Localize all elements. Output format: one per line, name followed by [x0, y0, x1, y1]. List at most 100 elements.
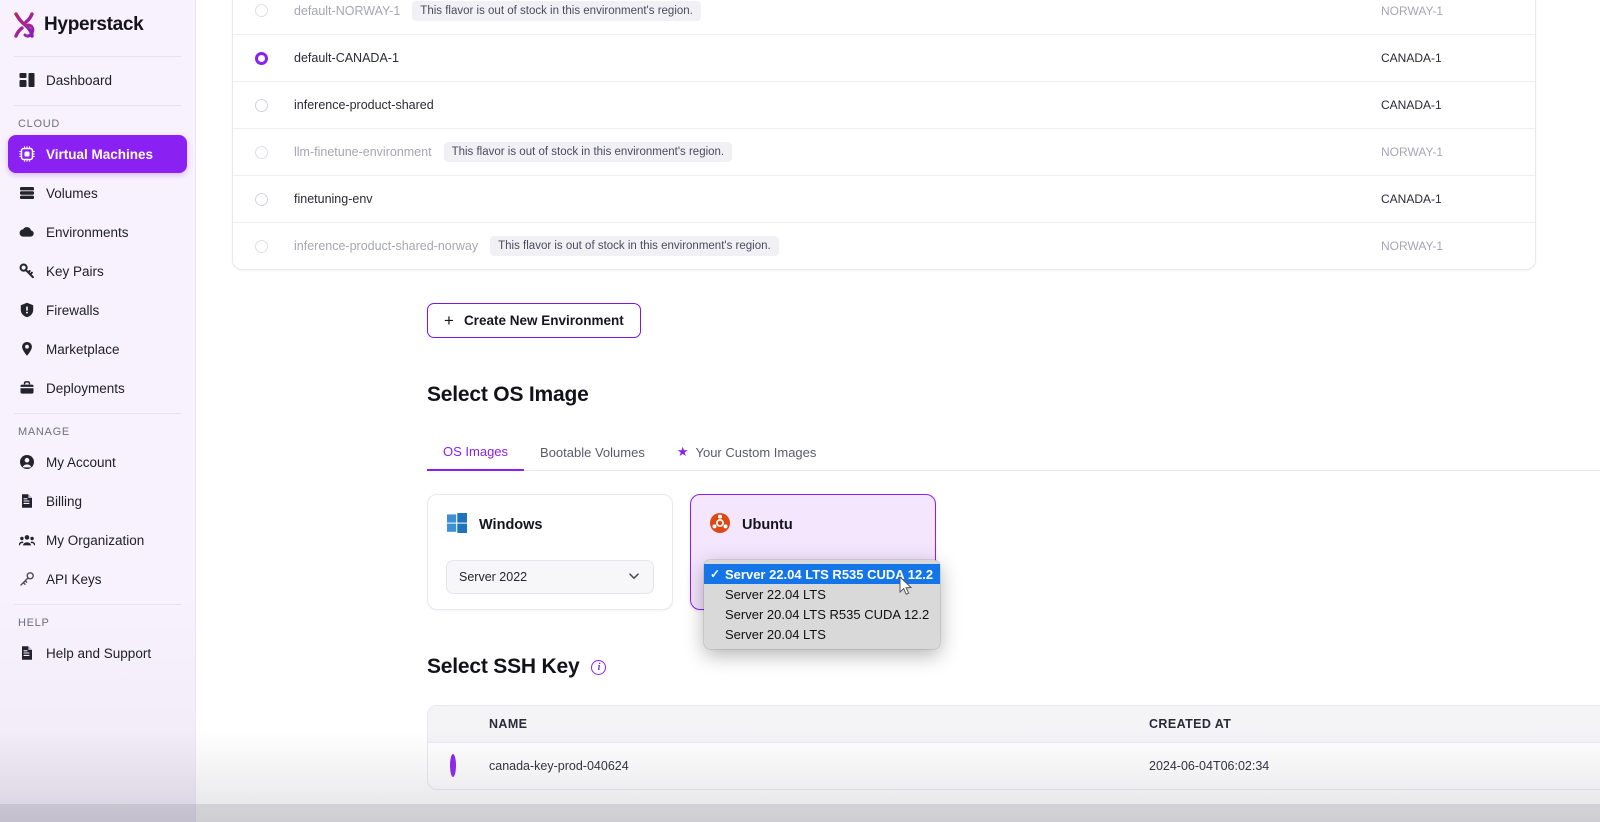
select-ssh-key-label: Select SSH Key — [427, 655, 579, 679]
environment-radio[interactable] — [255, 4, 268, 17]
environment-radio[interactable] — [255, 99, 268, 112]
windows-version-value: Server 2022 — [459, 570, 527, 584]
sidebar-item-label: Firewalls — [46, 303, 99, 318]
sidebar-item-volumes[interactable]: Volumes — [8, 174, 187, 212]
column-header-created-at: CREATED AT — [1149, 717, 1231, 731]
sidebar-section-manage-label: MANAGE — [0, 426, 195, 438]
table-row[interactable]: inference-product-shared CANADA-1 — [233, 81, 1535, 128]
windows-version-select[interactable]: Server 2022 — [446, 560, 654, 594]
key-outline-icon — [18, 571, 35, 588]
out-of-stock-badge: This flavor is out of stock in this envi… — [444, 142, 733, 162]
sidebar-item-deployments[interactable]: Deployments — [8, 369, 187, 407]
sidebar-item-billing[interactable]: Billing — [8, 482, 187, 520]
sidebar-nav-cloud: Virtual Machines Volumes Environments Ke… — [0, 135, 195, 407]
column-header-name: NAME — [489, 717, 1149, 731]
sidebar-nav-manage: My Account Billing My Organization API K… — [0, 443, 195, 598]
ssh-key-name: canada-key-prod-040624 — [489, 759, 1149, 773]
sidebar-item-label: My Organization — [46, 533, 144, 548]
document-icon — [18, 493, 35, 510]
environment-name: default-CANADA-1 — [294, 51, 399, 65]
environment-region: CANADA-1 — [1363, 51, 1513, 65]
environment-radio[interactable] — [255, 193, 268, 206]
sidebar-item-key-pairs[interactable]: Key Pairs — [8, 252, 187, 290]
ssh-table-header: NAME CREATED AT — [428, 706, 1600, 743]
ubuntu-version-dropdown-menu[interactable]: ✓ Server 22.04 LTS R535 CUDA 12.2 Server… — [704, 560, 940, 649]
create-new-environment-button[interactable]: + Create New Environment — [427, 303, 641, 338]
star-icon: ★ — [677, 444, 689, 460]
mouse-cursor-icon — [899, 576, 913, 601]
dropdown-option-label: Server 22.04 LTS — [725, 587, 826, 602]
sidebar-item-my-organization[interactable]: My Organization — [8, 521, 187, 559]
user-circle-icon — [18, 454, 35, 471]
sidebar-item-dashboard[interactable]: Dashboard — [8, 61, 187, 99]
environment-radio[interactable] — [255, 240, 268, 253]
sidebar-item-label: Volumes — [46, 186, 98, 201]
environment-name: llm-finetune-environment — [294, 145, 432, 159]
table-row[interactable]: finetuning-env CANADA-1 — [233, 175, 1535, 222]
sidebar-divider-4 — [14, 604, 181, 605]
out-of-stock-badge: This flavor is out of stock in this envi… — [412, 1, 701, 21]
dashboard-icon — [18, 72, 35, 89]
check-icon: ✓ — [710, 567, 725, 581]
sidebar-item-label: Environments — [46, 225, 129, 240]
sidebar-nav-top: Dashboard — [0, 61, 195, 99]
tab-label: OS Images — [443, 444, 508, 459]
environment-region: CANADA-1 — [1363, 192, 1513, 206]
sidebar-item-environments[interactable]: Environments — [8, 213, 187, 251]
windows-logo-icon — [446, 512, 468, 539]
select-ssh-key-heading: Select SSH Key i — [427, 655, 606, 679]
cpu-chip-icon — [18, 146, 35, 163]
hyperstack-logo-icon — [14, 12, 36, 38]
shield-icon — [18, 302, 35, 319]
environment-name: inference-product-shared — [294, 98, 434, 112]
app-root: Hyperstack Dashboard CLOUD Virtual Machi… — [0, 0, 1600, 822]
location-pin-icon — [18, 341, 35, 358]
sidebar-item-label: My Account — [46, 455, 116, 470]
dropdown-option-label: Server 20.04 LTS — [725, 627, 826, 642]
os-image-tabs: OS Images Bootable Volumes ★ Your Custom… — [427, 438, 1600, 471]
key-icon — [18, 263, 35, 280]
ssh-key-radio[interactable] — [450, 754, 456, 777]
environment-region: NORWAY-1 — [1363, 145, 1513, 159]
tab-your-custom-images[interactable]: ★ Your Custom Images — [661, 444, 833, 470]
sidebar-item-label: Dashboard — [46, 73, 112, 88]
dropdown-option-2[interactable]: Server 20.04 LTS R535 CUDA 12.2 — [704, 604, 940, 624]
chevron-down-icon — [627, 569, 641, 586]
os-card-windows[interactable]: Windows Server 2022 — [427, 494, 673, 610]
sidebar-item-api-keys[interactable]: API Keys — [8, 560, 187, 598]
sidebar-item-label: Help and Support — [46, 646, 151, 661]
tab-label: Bootable Volumes — [540, 445, 645, 460]
table-row[interactable]: inference-product-shared-norway This fla… — [233, 222, 1535, 269]
environment-region: CANADA-1 — [1363, 98, 1513, 112]
tab-label: Your Custom Images — [695, 445, 816, 460]
environment-radio[interactable] — [255, 146, 268, 159]
info-icon[interactable]: i — [591, 660, 606, 675]
sidebar-item-my-account[interactable]: My Account — [8, 443, 187, 481]
os-card-header: Ubuntu — [709, 511, 917, 539]
plus-icon: + — [444, 312, 454, 329]
table-row[interactable]: default-NORWAY-1 This flavor is out of s… — [233, 0, 1535, 34]
environment-region: NORWAY-1 — [1363, 4, 1513, 18]
table-row[interactable]: llm-finetune-environment This flavor is … — [233, 128, 1535, 175]
sidebar-item-marketplace[interactable]: Marketplace — [8, 330, 187, 368]
sidebar-item-label: Virtual Machines — [46, 147, 153, 162]
brand-name: Hyperstack — [44, 14, 143, 36]
environment-region: NORWAY-1 — [1363, 239, 1513, 253]
tab-os-images[interactable]: OS Images — [427, 444, 524, 471]
table-row[interactable]: default-CANADA-1 CANADA-1 — [233, 34, 1535, 81]
ssh-key-radio-cell — [450, 757, 489, 775]
brand[interactable]: Hyperstack — [0, 0, 195, 50]
environment-name: finetuning-env — [294, 192, 373, 206]
sidebar-divider-1 — [14, 56, 181, 57]
sidebar-item-label: Deployments — [46, 381, 125, 396]
people-group-icon — [18, 532, 35, 549]
table-row[interactable]: canada-key-prod-040624 2024-06-04T06:02:… — [428, 743, 1600, 789]
environment-radio[interactable] — [255, 52, 268, 65]
sidebar-item-virtual-machines[interactable]: Virtual Machines — [8, 135, 187, 173]
dropdown-option-3[interactable]: Server 20.04 LTS — [704, 624, 940, 644]
sidebar-item-help-and-support[interactable]: Help and Support — [8, 634, 187, 672]
sidebar-item-firewalls[interactable]: Firewalls — [8, 291, 187, 329]
sidebar: Hyperstack Dashboard CLOUD Virtual Machi… — [0, 0, 196, 822]
tab-bootable-volumes[interactable]: Bootable Volumes — [524, 445, 661, 470]
main-content: default-NORWAY-1 This flavor is out of s… — [196, 0, 1600, 822]
